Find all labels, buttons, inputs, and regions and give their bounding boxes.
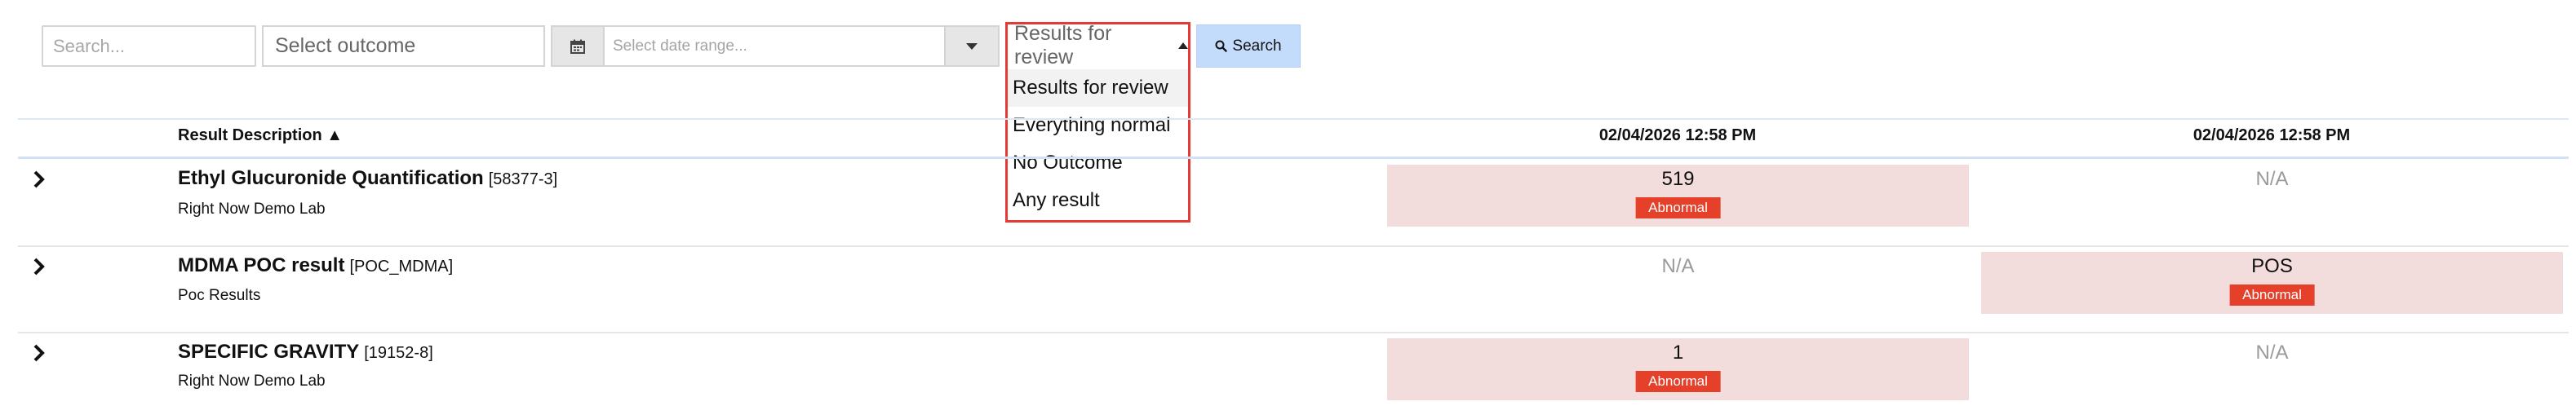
expand-row-chevron-icon[interactable] xyxy=(31,343,47,363)
search-button[interactable]: Search xyxy=(1196,24,1301,68)
test-code: [58377-3] xyxy=(488,170,558,188)
search-icon xyxy=(1215,40,1228,52)
result-cell[interactable]: 519 Abnormal xyxy=(1387,165,1969,227)
test-name: SPECIFIC GRAVITY [19152-8] xyxy=(178,341,433,364)
caret-up-icon xyxy=(1178,42,1188,49)
column-header-result-description[interactable]: Result Description ▲ xyxy=(178,126,343,145)
table-top-border xyxy=(18,118,2569,120)
lab-name: Poc Results xyxy=(178,287,261,304)
column-header-date-1: 02/04/2026 12:58 PM xyxy=(1598,126,1757,144)
test-name-label: SPECIFIC GRAVITY xyxy=(178,341,360,363)
lab-name: Right Now Demo Lab xyxy=(178,201,326,218)
result-value: N/A xyxy=(2255,168,2289,190)
abnormal-badge: Abnormal xyxy=(1635,371,1721,392)
result-cell: N/A xyxy=(1981,165,2563,227)
column-header-date-2: 02/04/2026 12:58 PM xyxy=(2192,126,2351,144)
test-name: Ethyl Glucuronide Quantification [58377-3… xyxy=(178,167,557,190)
result-value: N/A xyxy=(1661,255,1695,277)
lab-name: Right Now Demo Lab xyxy=(178,373,326,390)
chevron-down-icon xyxy=(966,42,978,50)
review-option-no-outcome[interactable]: No Outcome xyxy=(1008,144,1188,182)
result-cell[interactable]: 1 Abnormal xyxy=(1387,338,1969,400)
review-filter-dropdown[interactable]: Results for review Results for review Ev… xyxy=(1005,22,1190,223)
test-name: MDMA POC result [POC_MDMA] xyxy=(178,254,453,277)
result-cell: N/A xyxy=(1387,252,1969,314)
date-range-dropdown-button[interactable] xyxy=(944,25,1000,67)
result-value: POS xyxy=(2251,255,2293,277)
calendar-icon xyxy=(570,39,585,54)
date-range-input[interactable]: Select date range... xyxy=(603,25,946,67)
result-value: N/A xyxy=(2255,342,2289,364)
result-value: 1 xyxy=(1672,342,1684,364)
expand-row-chevron-icon[interactable] xyxy=(31,257,47,276)
review-filter-selected[interactable]: Results for review xyxy=(1008,21,1188,68)
result-value: 519 xyxy=(1661,168,1695,190)
row-divider xyxy=(18,245,2569,247)
result-cell: N/A xyxy=(1981,338,2563,400)
row-divider xyxy=(18,332,2569,333)
expand-row-chevron-icon[interactable] xyxy=(31,170,47,189)
review-option-any-result[interactable]: Any result xyxy=(1008,182,1188,219)
abnormal-badge: Abnormal xyxy=(1635,197,1721,218)
abnormal-badge: Abnormal xyxy=(2229,284,2315,306)
test-name-label: Ethyl Glucuronide Quantification xyxy=(178,167,484,189)
review-option-results-for-review[interactable]: Results for review xyxy=(1008,69,1188,107)
date-range-calendar-button[interactable] xyxy=(551,25,605,67)
table-header-border xyxy=(18,157,2569,159)
search-button-label: Search xyxy=(1232,37,1282,55)
test-code: [POC_MDMA] xyxy=(349,258,454,276)
outcome-select[interactable]: Select outcome xyxy=(262,25,545,67)
search-input[interactable] xyxy=(42,25,256,67)
review-option-everything-normal[interactable]: Everything normal xyxy=(1008,107,1188,144)
test-code: [19152-8] xyxy=(364,344,433,362)
review-filter-menu: Results for review Everything normal No … xyxy=(1008,69,1188,219)
review-filter-selected-label: Results for review xyxy=(1014,21,1112,68)
result-cell[interactable]: POS Abnormal xyxy=(1981,252,2563,314)
test-name-label: MDMA POC result xyxy=(178,254,345,276)
